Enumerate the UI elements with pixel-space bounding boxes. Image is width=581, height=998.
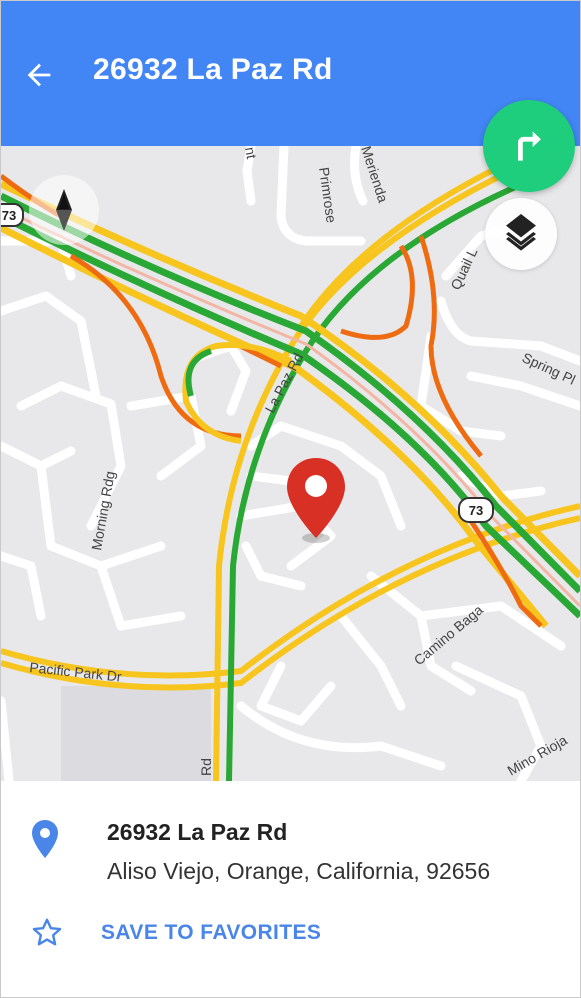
street-label-partial-bottom: Rd — [198, 758, 214, 776]
save-to-favorites-label: SAVE TO FAVORITES — [101, 921, 322, 944]
route-shield-left: 73 — [1, 203, 24, 227]
place-details: 26932 La Paz Rd Aliso Viejo, Orange, Cal… — [1, 781, 580, 997]
street-label-partial-top: nt — [242, 146, 260, 160]
map-pin-icon[interactable] — [285, 456, 347, 548]
layers-button[interactable] — [485, 198, 557, 270]
place-address: Aliso Viejo, Orange, California, 92656 — [107, 858, 491, 884]
svg-text:73: 73 — [469, 503, 483, 518]
back-button[interactable] — [15, 51, 63, 99]
layers-icon — [506, 214, 536, 251]
star-outline-icon — [32, 918, 62, 946]
street-label-primrose: Primrose — [316, 166, 340, 224]
page-title: 26932 La Paz Rd — [93, 53, 333, 86]
compass-button[interactable] — [29, 175, 99, 245]
compass-icon — [56, 189, 72, 231]
arrow-left-icon — [27, 63, 51, 87]
app-frame: 26932 La Paz Rd Primrose Merienda nt Qua… — [0, 0, 581, 998]
save-to-favorites-button[interactable]: SAVE TO FAVORITES — [29, 911, 349, 955]
route-shield-center: 73 — [458, 497, 494, 523]
street-label-morning: Morning Rdg — [88, 470, 118, 552]
directions-button[interactable] — [483, 100, 575, 192]
place-name: 26932 La Paz Rd — [107, 819, 288, 845]
location-pin-icon — [32, 820, 58, 858]
turn-right-icon — [518, 131, 541, 161]
map-view[interactable]: Primrose Merienda nt Quail L Spring Pl L… — [1, 146, 580, 781]
block-area — [61, 686, 211, 781]
svg-text:73: 73 — [2, 208, 16, 223]
